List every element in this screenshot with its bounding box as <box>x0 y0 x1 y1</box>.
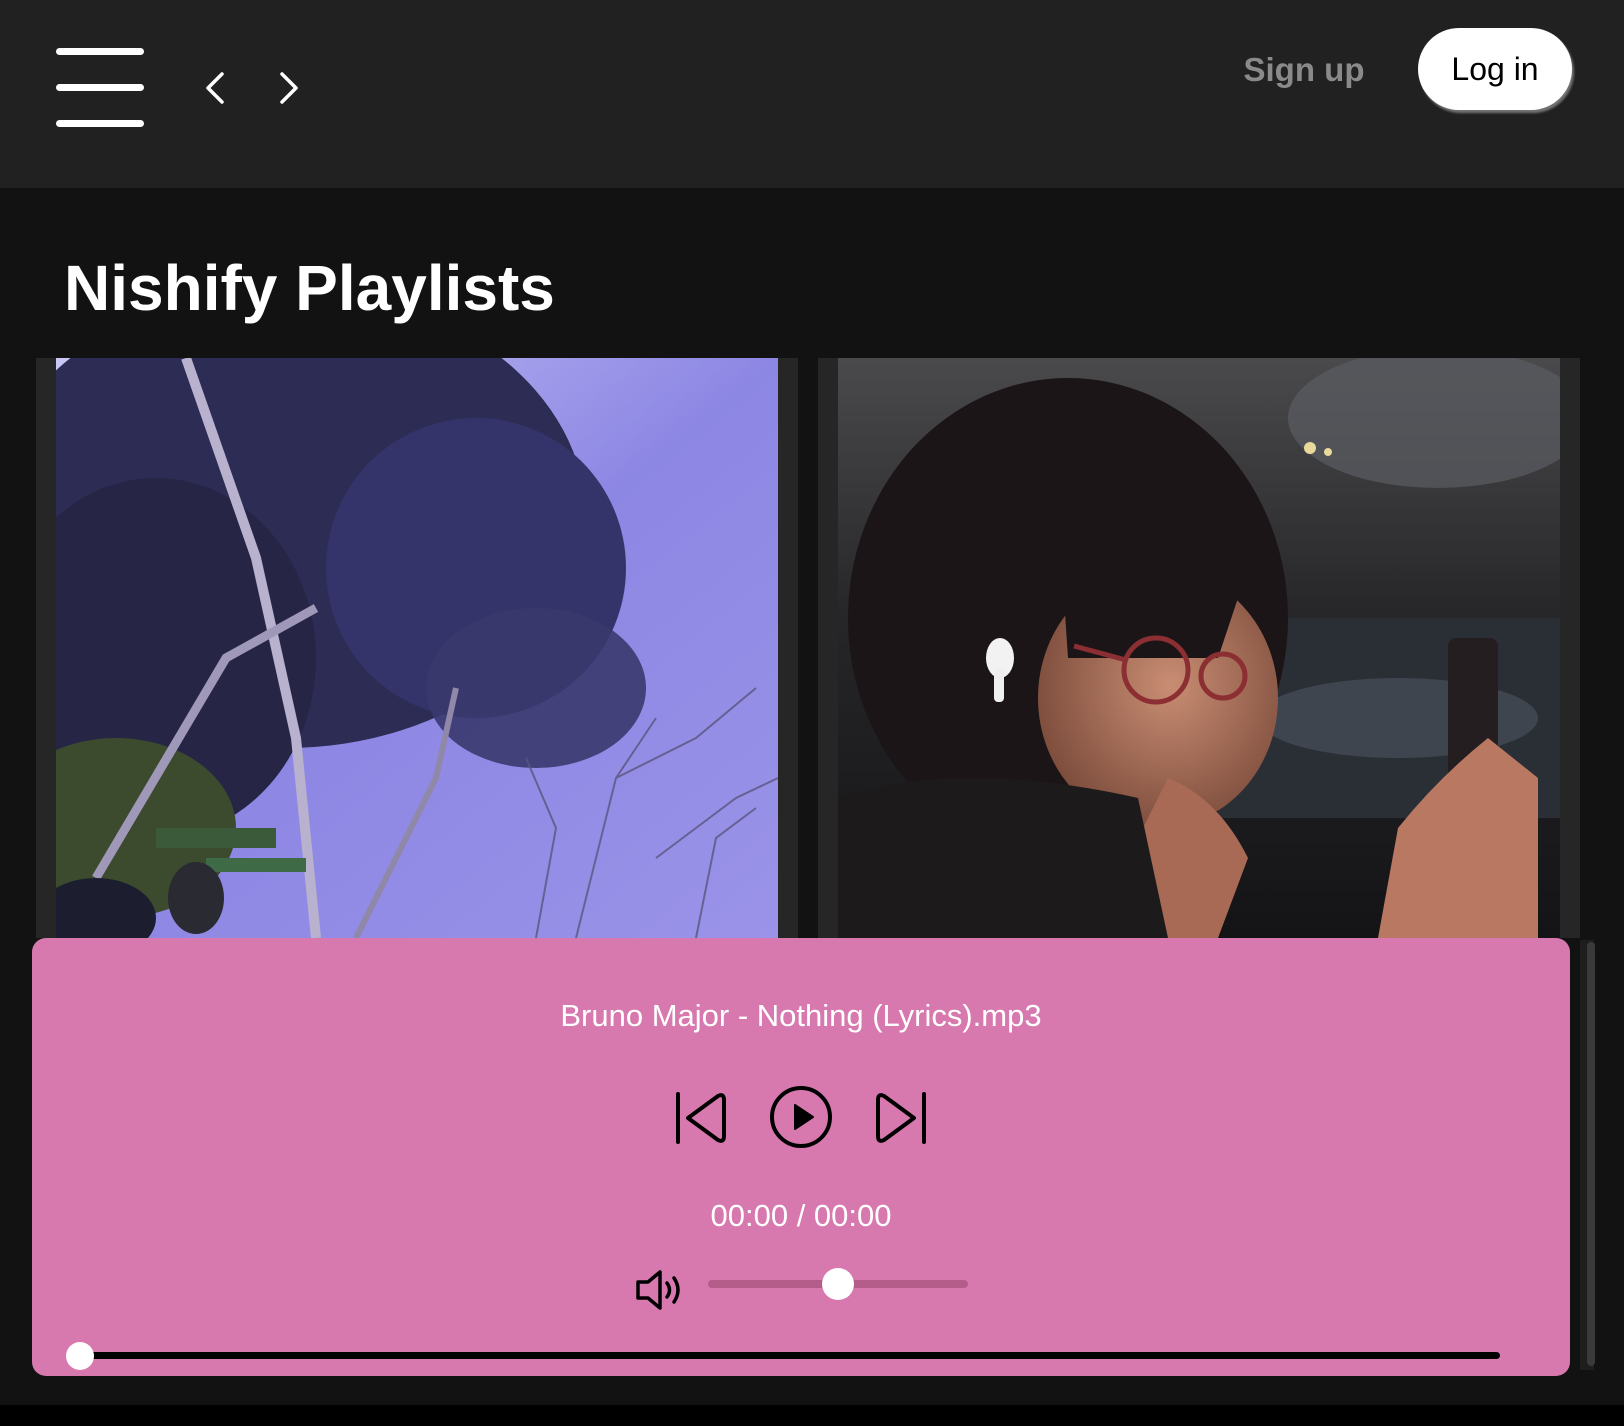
page-scrollbar-thumb[interactable] <box>1587 942 1595 1366</box>
seek-bar[interactable] <box>66 1342 1500 1370</box>
playlist-cover-trees[interactable] <box>56 358 778 938</box>
playlist-cover-girl[interactable] <box>838 358 1560 938</box>
top-bar: Sign up Log in <box>0 0 1624 188</box>
skip-previous-icon[interactable] <box>670 1088 730 1148</box>
skip-next-icon[interactable] <box>872 1088 932 1148</box>
speaker-icon[interactable] <box>634 1266 688 1314</box>
app-window: Sign up Log in Nishify Playlists Bruno M… <box>0 0 1624 1405</box>
signup-button[interactable]: Sign up <box>1226 44 1382 96</box>
chevron-left-icon[interactable] <box>196 66 236 110</box>
seek-bar-thumb[interactable] <box>66 1342 94 1370</box>
song-title: Bruno Major - Nothing (Lyrics).mp3 <box>560 998 1042 1033</box>
volume-slider-fill <box>708 1280 838 1288</box>
time-display: 00:00 / 00:00 <box>710 1198 892 1233</box>
volume-slider-thumb[interactable] <box>822 1268 854 1300</box>
chevron-right-icon[interactable] <box>268 66 308 110</box>
volume-slider[interactable] <box>708 1268 968 1300</box>
login-button[interactable]: Log in <box>1418 28 1572 110</box>
music-player: Bruno Major - Nothing (Lyrics).mp3 00:00… <box>32 938 1570 1376</box>
hamburger-menu-icon[interactable] <box>56 46 144 128</box>
page-title: Nishify Playlists <box>64 252 555 324</box>
play-circle-icon[interactable] <box>768 1084 834 1150</box>
